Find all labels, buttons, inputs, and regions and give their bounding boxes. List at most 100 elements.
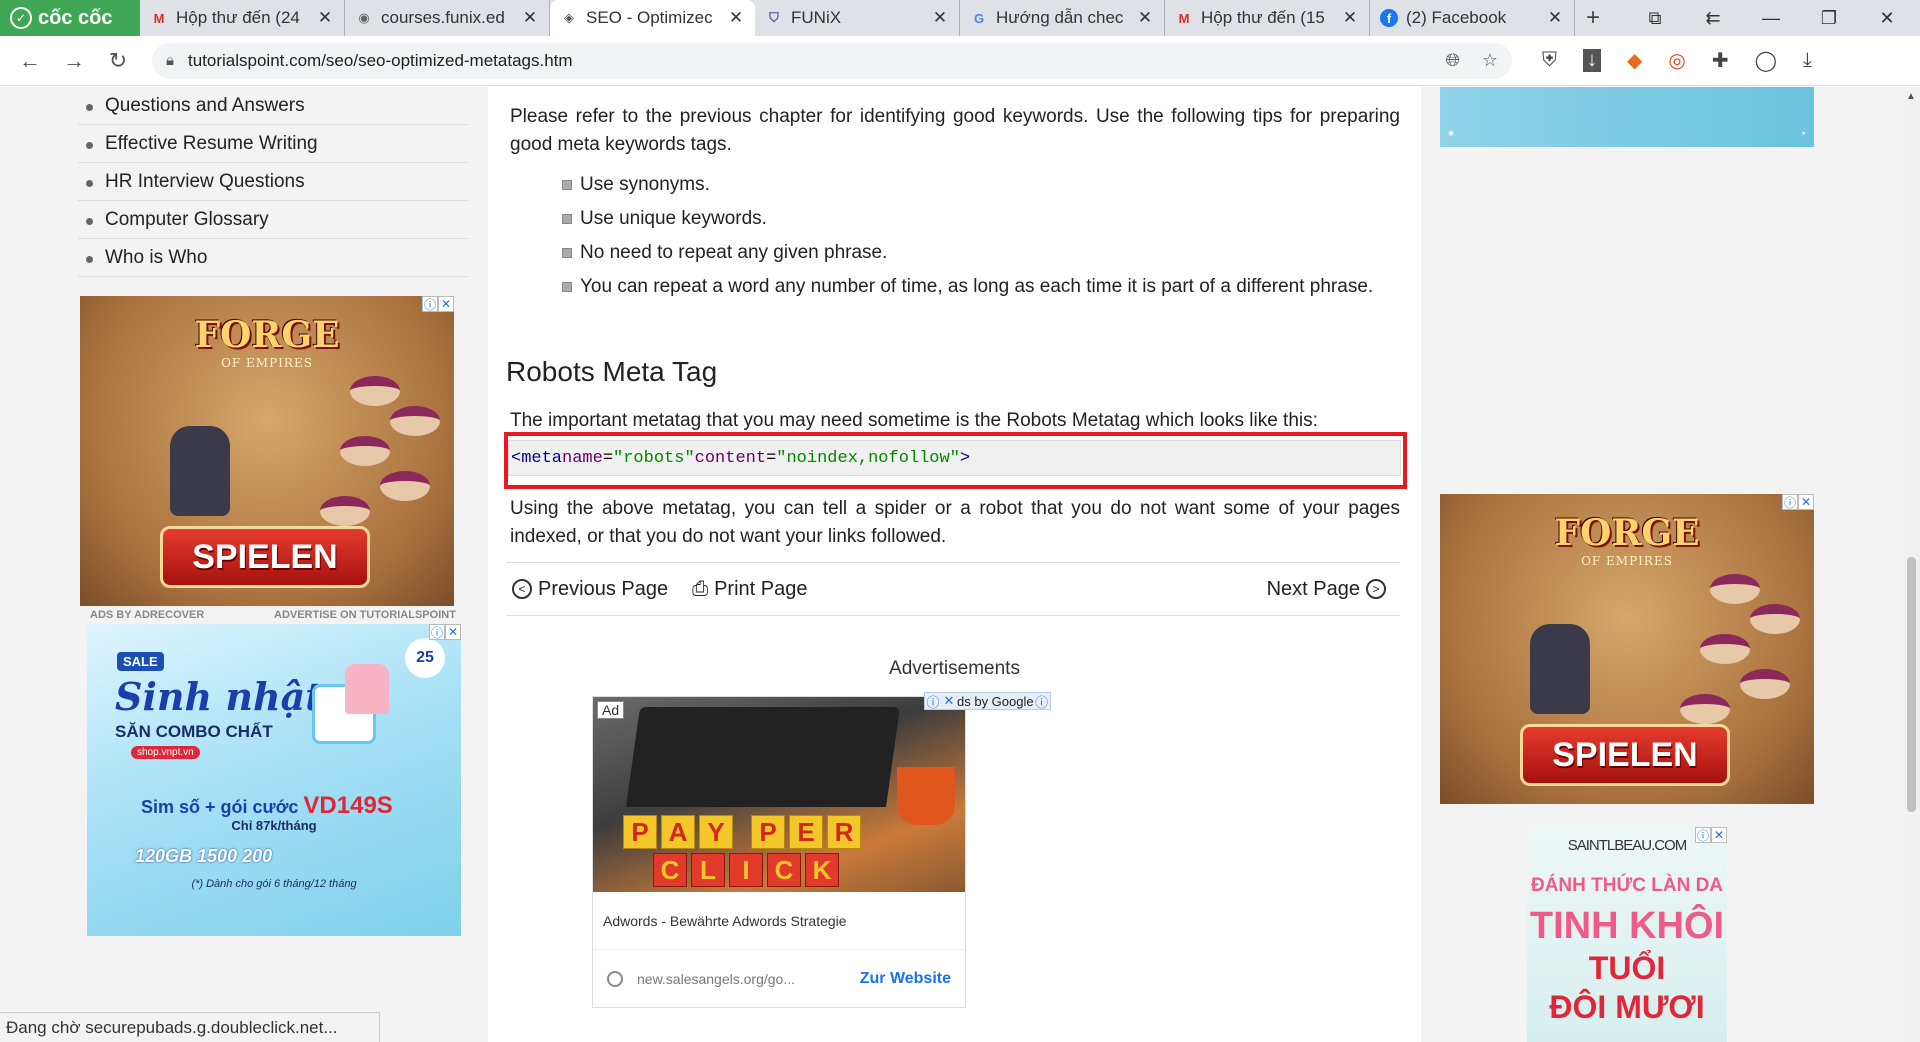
vnpt-features: 120GB 1500 200 (135, 846, 273, 866)
sidebar-item-hr-interview[interactable]: HR Interview Questions (78, 163, 468, 201)
chevron-left-icon: < (512, 579, 532, 599)
ad-domain: new.salesangels.org/go... (637, 970, 795, 987)
letter-block: C (653, 853, 687, 887)
knight-figure (1530, 624, 1590, 714)
close-icon[interactable]: ✕ (521, 8, 539, 28)
ad-footer: ◉ ▸ (1448, 129, 1806, 137)
forge-play-button[interactable]: SPIELEN (1520, 724, 1730, 786)
ads-by-adrecover[interactable]: ADS BY ADRECOVER (90, 609, 204, 621)
scroll-up-icon[interactable]: ▲ (1906, 91, 1916, 102)
translate-icon[interactable]: 🌐︎ (1445, 50, 1459, 71)
advertise-link[interactable]: ADVERTISE ON TUTORIALSPOINT (274, 609, 456, 621)
print-page-label: Print Page (714, 577, 808, 600)
next-page-link[interactable]: Next Page > (1267, 578, 1386, 601)
restore-button[interactable]: ❐ (1814, 8, 1844, 29)
close-icon[interactable]: ✕ (727, 8, 745, 28)
close-icon[interactable]: ✕ (1341, 8, 1359, 28)
bookmark-star-icon[interactable]: ☆ (1482, 50, 1498, 71)
previous-page-link[interactable]: < Previous Page (512, 578, 668, 601)
forward-button[interactable]: → (52, 48, 96, 74)
after-code-paragraph: Using the above metatag, you can tell a … (510, 495, 1400, 551)
downloads-icon[interactable]: ⤓ (1803, 49, 1812, 72)
keywords-tips-intro: Please refer to the previous chapter for… (510, 106, 1400, 155)
tab-gmail-1[interactable]: M Hộp thư đến (24 ✕ (140, 0, 345, 36)
brand-label: cốc cốc (38, 6, 113, 29)
knight-figure (170, 426, 230, 516)
tab-seo-active[interactable]: ◈ SEO - Optimizec ✕ (550, 0, 755, 36)
adchoices-info-icon[interactable]: ⓘ (925, 692, 941, 711)
adchoices-info-icon[interactable]: ⓘ (1034, 692, 1050, 711)
back-button[interactable]: ← (8, 48, 52, 74)
scrollbar-thumb[interactable] (1907, 557, 1916, 812)
sidebar-item-computer-glossary[interactable]: Computer Glossary (78, 201, 468, 239)
soldier-figure (340, 436, 390, 466)
close-icon[interactable]: ✕ (1136, 8, 1154, 28)
tab-title: courses.funix.ed (381, 8, 505, 27)
print-page-link[interactable]: ⎙ Print Page (692, 578, 807, 601)
tab-strip: ✓ cốc cốc M Hộp thư đến (24 ✕ ◉ courses.… (0, 0, 1920, 36)
close-icon[interactable]: ✕ (316, 8, 334, 28)
forge-play-button[interactable]: SPIELEN (160, 526, 370, 588)
close-window-button[interactable]: ✕ (1872, 8, 1902, 29)
lock-icon[interactable]: 🔒︎ (166, 52, 174, 69)
highlight-box (504, 432, 1407, 489)
ad-headline[interactable]: Adwords - Bewährte Adwords Strategie (603, 913, 847, 929)
sidebar-item-who-is-who[interactable]: Who is Who (78, 239, 468, 277)
tab-funix-courses[interactable]: ◉ courses.funix.ed ✕ (345, 0, 550, 36)
close-icon[interactable]: ✕ (931, 8, 949, 28)
soldier-figure (1740, 669, 1790, 699)
tab-search-icon[interactable]: ⧉ (1640, 8, 1670, 29)
back-history-icon[interactable]: ⇇ (1698, 8, 1728, 29)
fox-extension-icon[interactable]: ◆ (1627, 48, 1642, 73)
next-page-label: Next Page (1266, 577, 1360, 600)
letter-block: E (789, 815, 823, 849)
close-icon[interactable]: ✕ (1546, 8, 1564, 28)
tab-funix[interactable]: ⛉ FUNiX ✕ (755, 0, 960, 36)
shield-extension-icon[interactable]: ⛨ (1542, 49, 1557, 72)
ad-close-icon[interactable]: ✕ (1798, 494, 1814, 510)
minimize-button[interactable]: — (1756, 8, 1786, 29)
click-blocks: C L I C K (653, 853, 839, 887)
new-tab-button[interactable]: + (1575, 0, 1611, 36)
tab-google-guide[interactable]: G Hướng dẫn chec ✕ (960, 0, 1165, 36)
adchoices-info-icon[interactable]: ⓘ (422, 296, 438, 312)
tab-title: (2) Facebook (1406, 8, 1507, 27)
chrome-extension-icon[interactable]: ◎ (1668, 48, 1685, 73)
forge-of-empires-ad-right[interactable]: FORGE OF EMPIRES SPIELEN ⓘ ✕ (1440, 494, 1814, 804)
saintlbeau-ad[interactable]: SAINTLBEAU.COM ĐÁNH THỨC LÀN DA TINH KHÔ… (1527, 827, 1727, 1042)
facebook-icon: f (1380, 9, 1398, 27)
ad-close-icon[interactable]: ✕ (438, 296, 454, 312)
tab-facebook[interactable]: f (2) Facebook ✕ (1370, 0, 1575, 36)
vnpt-birthday-ad[interactable]: SALE Sinh nhật SĂN COMBO CHẤT shop.vnpt.… (87, 624, 461, 936)
tab-gmail-2[interactable]: M Hộp thư đến (15 ✕ (1165, 0, 1370, 36)
ad-close-icon[interactable]: ✕ (941, 693, 957, 709)
adchoices-info-icon[interactable]: ⓘ (429, 624, 445, 640)
sidebar-item-questions-answers[interactable]: Questions and Answers (78, 87, 468, 125)
ad-label: Ad (597, 701, 625, 719)
section-heading: Robots Meta Tag (506, 356, 718, 387)
puzzle-extensions-icon[interactable]: ✚ (1712, 48, 1729, 73)
address-bar[interactable]: 🔒︎ tutorialspoint.com/seo/seo-optimized-… (152, 42, 1512, 79)
visit-website-button[interactable]: Zur Website (860, 970, 951, 988)
adchoices-info-icon[interactable]: ⓘ (1782, 494, 1798, 510)
status-bar: Đang chờ securepubads.g.doubleclick.net.… (0, 1012, 380, 1042)
google-display-ad[interactable]: P A Y P E R C L I C K Ad Adwords - Bewäh… (592, 696, 966, 1008)
vnpt-ad-right-top[interactable]: ◉ ▸ (1440, 87, 1814, 147)
forge-subtitle: OF EMPIRES (1581, 554, 1673, 568)
vertical-scrollbar[interactable]: ▲ (1903, 87, 1920, 1042)
adchoices-info-icon[interactable]: ⓘ (1695, 827, 1711, 843)
vnpt-headline: Sinh nhật (115, 674, 323, 719)
profile-avatar-icon[interactable]: ◯ (1755, 48, 1777, 73)
soldier-figure (350, 376, 400, 406)
coccoc-menu-button[interactable]: ✓ cốc cốc (0, 0, 140, 36)
list-item: No need to repeat any given phrase. (510, 239, 1400, 267)
ads-by-google-bar[interactable]: ⓘ ✕ ds by Google ⓘ (924, 692, 1051, 710)
ad-close-icon[interactable]: ✕ (445, 624, 461, 640)
printer-icon: ⎙ (692, 577, 709, 600)
download-extension-icon[interactable]: ↓ (1583, 49, 1601, 72)
ad-close-icon[interactable]: ✕ (1711, 827, 1727, 843)
main-content: Please refer to the previous chapter for… (488, 87, 1421, 1042)
reload-button[interactable]: ↻ (96, 48, 140, 74)
forge-of-empires-ad-left[interactable]: FORGE OF EMPIRES SPIELEN ⓘ ✕ (80, 296, 454, 606)
sidebar-item-resume-writing[interactable]: Effective Resume Writing (78, 125, 468, 163)
